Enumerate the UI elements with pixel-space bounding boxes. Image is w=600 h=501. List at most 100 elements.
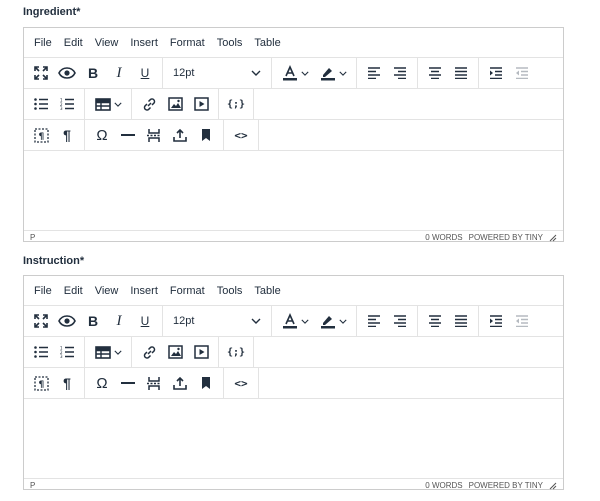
toolbar-group-table bbox=[85, 337, 132, 367]
numbered-list-button[interactable]: 123 bbox=[54, 340, 80, 364]
image-button[interactable] bbox=[162, 340, 188, 364]
media-button[interactable] bbox=[188, 92, 214, 116]
align-center-button[interactable] bbox=[422, 309, 448, 333]
italic-button[interactable]: I bbox=[106, 61, 132, 85]
horizontal-line-button[interactable] bbox=[115, 123, 141, 147]
menu-view[interactable]: View bbox=[89, 28, 125, 58]
image-button[interactable] bbox=[162, 92, 188, 116]
visual-chars-button[interactable]: ¶ bbox=[54, 371, 80, 395]
element-path[interactable]: P bbox=[30, 481, 35, 490]
indent-button[interactable] bbox=[483, 309, 509, 333]
special-char-button[interactable]: Ω bbox=[89, 371, 115, 395]
menu-format[interactable]: Format bbox=[164, 28, 211, 58]
page-break-button[interactable] bbox=[141, 371, 167, 395]
highlight-color-button[interactable] bbox=[314, 61, 352, 85]
underline-button[interactable]: U bbox=[132, 61, 158, 85]
bullet-list-button[interactable] bbox=[28, 340, 54, 364]
align-left-icon bbox=[368, 67, 380, 79]
underline-icon: U bbox=[140, 66, 150, 80]
menu-tools[interactable]: Tools bbox=[211, 28, 249, 58]
video-icon bbox=[193, 345, 209, 359]
align-left-button[interactable] bbox=[361, 61, 387, 85]
menu-insert[interactable]: Insert bbox=[124, 28, 164, 58]
align-right-button[interactable] bbox=[387, 61, 413, 85]
preview-button[interactable] bbox=[54, 309, 80, 333]
font-size-select[interactable]: 12pt bbox=[167, 61, 267, 85]
source-code-button[interactable]: <> bbox=[228, 123, 254, 147]
code-sample-button[interactable]: {;} bbox=[223, 340, 249, 364]
powered-by-link[interactable]: POWERED BY TINY bbox=[469, 481, 543, 490]
menu-edit[interactable]: Edit bbox=[58, 276, 89, 306]
resize-grip-icon bbox=[549, 482, 557, 489]
highlight-color-button[interactable] bbox=[314, 309, 352, 333]
link-button[interactable] bbox=[136, 92, 162, 116]
align-justify-icon bbox=[455, 315, 467, 327]
page-break-button[interactable] bbox=[141, 123, 167, 147]
show-blocks-button[interactable]: ¶ bbox=[28, 123, 54, 147]
outdent-button[interactable] bbox=[509, 309, 535, 333]
anchor-button[interactable] bbox=[193, 123, 219, 147]
chevron-down-icon bbox=[300, 71, 309, 76]
special-char-button[interactable]: Ω bbox=[89, 123, 115, 147]
toolbar-group-indent bbox=[479, 58, 539, 88]
toolbar-row-3: ¶ ¶ Ω <> bbox=[24, 120, 563, 151]
page-break-icon bbox=[147, 128, 161, 142]
svg-text:3: 3 bbox=[60, 354, 63, 358]
italic-button[interactable]: I bbox=[106, 309, 132, 333]
toolbar-group-align-lr bbox=[357, 306, 418, 336]
powered-by-link[interactable]: POWERED BY TINY bbox=[469, 233, 543, 242]
chevron-down-icon bbox=[300, 319, 309, 324]
bold-button[interactable]: B bbox=[80, 309, 106, 333]
menu-file[interactable]: File bbox=[28, 28, 58, 58]
fullscreen-button[interactable] bbox=[28, 309, 54, 333]
menu-table[interactable]: Table bbox=[248, 276, 286, 306]
chevron-down-icon bbox=[251, 70, 261, 76]
preview-button[interactable] bbox=[54, 61, 80, 85]
show-blocks-button[interactable]: ¶ bbox=[28, 371, 54, 395]
resize-handle[interactable] bbox=[549, 234, 557, 242]
menu-table[interactable]: Table bbox=[248, 28, 286, 58]
bold-button[interactable]: B bbox=[80, 61, 106, 85]
menu-edit[interactable]: Edit bbox=[58, 28, 89, 58]
anchor-button[interactable] bbox=[193, 371, 219, 395]
menu-tools[interactable]: Tools bbox=[211, 276, 249, 306]
editor-content-area[interactable] bbox=[24, 399, 563, 478]
visual-chars-button[interactable]: ¶ bbox=[54, 123, 80, 147]
align-left-button[interactable] bbox=[361, 309, 387, 333]
toolbar-row-2: 123 {;} bbox=[24, 89, 563, 120]
link-button[interactable] bbox=[136, 340, 162, 364]
media-button[interactable] bbox=[188, 340, 214, 364]
numbered-list-icon: 123 bbox=[60, 346, 74, 358]
horizontal-line-button[interactable] bbox=[115, 371, 141, 395]
word-count[interactable]: 0 WORDS bbox=[425, 481, 462, 490]
word-count[interactable]: 0 WORDS bbox=[425, 233, 462, 242]
outdent-button[interactable] bbox=[509, 61, 535, 85]
menu-view[interactable]: View bbox=[89, 276, 125, 306]
resize-handle[interactable] bbox=[549, 482, 557, 490]
indent-button[interactable] bbox=[483, 61, 509, 85]
bullet-list-button[interactable] bbox=[28, 92, 54, 116]
menu-file[interactable]: File bbox=[28, 276, 58, 306]
text-color-button[interactable] bbox=[276, 61, 314, 85]
insert-datetime-button[interactable] bbox=[167, 123, 193, 147]
underline-button[interactable]: U bbox=[132, 309, 158, 333]
menu-format[interactable]: Format bbox=[164, 276, 211, 306]
align-right-icon bbox=[394, 67, 406, 79]
toolbar-group-align-cj bbox=[418, 58, 479, 88]
align-center-button[interactable] bbox=[422, 61, 448, 85]
source-code-button[interactable]: <> bbox=[228, 371, 254, 395]
fullscreen-button[interactable] bbox=[28, 61, 54, 85]
align-right-button[interactable] bbox=[387, 309, 413, 333]
table-button[interactable] bbox=[89, 340, 127, 364]
code-sample-button[interactable]: {;} bbox=[223, 92, 249, 116]
editor-content-area[interactable] bbox=[24, 151, 563, 230]
numbered-list-button[interactable]: 123 bbox=[54, 92, 80, 116]
font-size-select[interactable]: 12pt bbox=[167, 309, 267, 333]
insert-datetime-button[interactable] bbox=[167, 371, 193, 395]
align-justify-button[interactable] bbox=[448, 309, 474, 333]
element-path[interactable]: P bbox=[30, 233, 35, 242]
table-button[interactable] bbox=[89, 92, 127, 116]
align-justify-button[interactable] bbox=[448, 61, 474, 85]
text-color-button[interactable] bbox=[276, 309, 314, 333]
menu-insert[interactable]: Insert bbox=[124, 276, 164, 306]
